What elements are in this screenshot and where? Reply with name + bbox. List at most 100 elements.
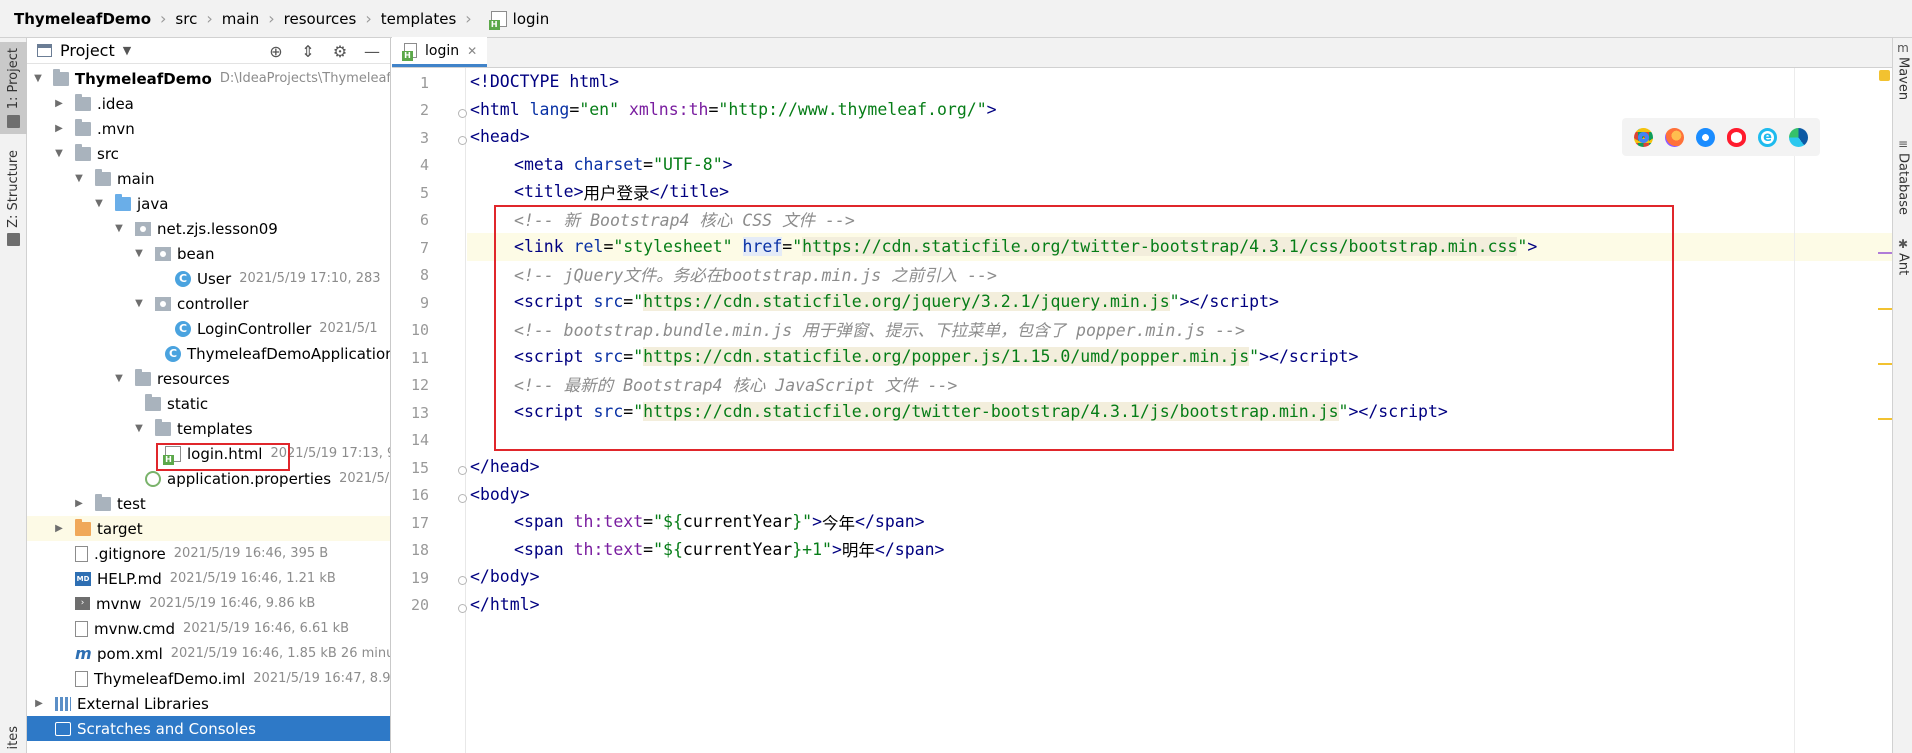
locate-icon[interactable]: ⊕ (266, 42, 286, 61)
tree-item-external-libraries[interactable]: ▶ External Libraries (27, 691, 390, 716)
code-editor[interactable]: <!DOCTYPE html > < html lang = "en" xmlns:th… (467, 68, 1892, 753)
gear-icon[interactable]: ⚙ (330, 42, 350, 61)
tree-item-target[interactable]: ▶ target (27, 516, 390, 541)
fold-icon[interactable] (458, 466, 467, 475)
tree-item-application-class[interactable]: C ThymeleafDemoApplication (27, 341, 390, 366)
breadcrumb-resources[interactable]: resources (284, 10, 357, 28)
tree-item-gitignore[interactable]: .gitignore 2021/5/19 16:46, 395 B (27, 541, 390, 566)
fold-icon[interactable] (458, 136, 467, 145)
tree-item-test[interactable]: ▶ test (27, 491, 390, 516)
edge-icon[interactable] (1789, 127, 1808, 147)
tree-item-package[interactable]: ▼ net.zjs.lesson09 (27, 216, 390, 241)
line-number: 4 (419, 156, 429, 174)
breadcrumb-login-label: login (512, 9, 550, 28)
tree-item-mvnw-cmd[interactable]: mvnw.cmd 2021/5/19 16:46, 6.61 kB (27, 616, 390, 641)
tree-item-idea[interactable]: ▶ .idea (27, 91, 390, 116)
opera-icon[interactable] (1727, 127, 1746, 147)
fold-icon[interactable] (458, 576, 467, 585)
tool-tab-database[interactable]: ≡ Database (1893, 138, 1912, 215)
tool-tab-project[interactable]: 1: Project (0, 42, 27, 134)
project-panel-title[interactable]: Project (60, 41, 115, 60)
tree-item-templates[interactable]: ▼ templates (27, 416, 390, 441)
fold-icon[interactable] (458, 109, 467, 118)
tool-tab-maven[interactable]: m Maven (1893, 42, 1912, 100)
chevron-right-icon[interactable]: ▶ (53, 98, 65, 109)
code-line-16: < body > (470, 484, 530, 504)
breadcrumb-main[interactable]: main (222, 10, 259, 28)
scroll-marker[interactable] (1878, 363, 1892, 365)
chevron-down-icon[interactable]: ▼ (133, 248, 145, 259)
breadcrumb-login[interactable]: login (481, 9, 550, 30)
internet-explorer-icon[interactable]: e (1758, 127, 1777, 147)
chevron-down-icon[interactable]: ▼ (53, 148, 65, 159)
chevron-right-icon[interactable]: ▶ (53, 523, 65, 534)
maven-icon: m (1897, 41, 1909, 55)
tree-item-java[interactable]: ▼ java (27, 191, 390, 216)
firefox-icon[interactable] (1665, 127, 1684, 147)
chevron-right-icon[interactable]: ▶ (73, 498, 85, 509)
chevron-down-icon[interactable]: ▼ (133, 298, 145, 309)
breadcrumb-project[interactable]: ThymeleafDemo (14, 10, 151, 28)
tree-item-label: .gitignore (94, 544, 166, 563)
chevron-down-icon[interactable]: ▼ (133, 423, 145, 434)
scroll-marker[interactable] (1878, 308, 1892, 310)
tool-tab-favorites[interactable]: ites (0, 723, 27, 753)
tree-item-main[interactable]: ▼ main (27, 166, 390, 191)
package-icon (155, 246, 171, 261)
code-line-9: < script src = " https://cdn.staticfile.org/… (514, 292, 1279, 312)
line-number: 13 (410, 404, 429, 422)
database-icon: ≡ (1897, 137, 1909, 151)
error-stripe[interactable] (1878, 68, 1892, 753)
scroll-marker[interactable] (1878, 252, 1892, 254)
chevron-down-icon[interactable]: ▼ (113, 373, 125, 384)
tree-item-label: src (97, 144, 119, 163)
hide-icon[interactable]: — (362, 42, 382, 61)
chevron-down-icon[interactable]: ▼ (33, 73, 43, 84)
scroll-marker[interactable] (1878, 418, 1892, 420)
chevron-down-icon[interactable]: ▼ (113, 223, 125, 234)
tree-item-static[interactable]: static (27, 391, 390, 416)
tree-item-pom-xml[interactable]: m pom.xml 2021/5/19 16:46, 1.85 kB 26 mi… (27, 641, 390, 666)
tree-item-mvn[interactable]: ▶ .mvn (27, 116, 390, 141)
tree-item-thymeleafdemo[interactable]: ▼ ThymeleafDemo D:\IdeaProjects\Thymelea… (27, 66, 390, 91)
tree-item-bean[interactable]: ▼ bean (27, 241, 390, 266)
fold-icon[interactable] (458, 494, 467, 503)
tree-item-label: User (197, 269, 232, 288)
fold-icon[interactable] (458, 604, 467, 613)
tree-item-logincontroller[interactable]: C LoginController 2021/5/1 (27, 316, 390, 341)
tree-item-src[interactable]: ▼ src (27, 141, 390, 166)
tree-item-mvnw[interactable]: › mvnw 2021/5/19 16:46, 9.86 kB (27, 591, 390, 616)
text-file-icon (75, 620, 88, 637)
chevron-right-icon[interactable]: ▶ (33, 698, 45, 709)
safari-icon[interactable] (1696, 127, 1715, 147)
collapse-all-icon[interactable]: ⇕ (298, 42, 318, 61)
structure-icon (7, 232, 20, 246)
chevron-right-icon: › (206, 9, 213, 28)
tree-item-help-md[interactable]: MD HELP.md 2021/5/19 16:46, 1.21 kB (27, 566, 390, 591)
chevron-down-icon[interactable]: ▼ (93, 198, 105, 209)
tree-item-login-html[interactable]: login.html 2021/5/19 17:13, 9 (27, 441, 390, 466)
tree-item-resources[interactable]: ▼ resources (27, 366, 390, 391)
tree-item-iml[interactable]: ThymeleafDemo.iml 2021/5/19 16:47, 8.92 (27, 666, 390, 691)
tree-item-scratches[interactable]: Scratches and Consoles (27, 716, 390, 741)
line-number: 15 (410, 459, 429, 477)
chevron-down-icon[interactable]: ▼ (73, 173, 85, 184)
line-number: 12 (410, 376, 429, 394)
chrome-icon[interactable] (1634, 127, 1653, 147)
tool-tab-structure[interactable]: Z: Structure (0, 148, 27, 248)
tree-item-user[interactable]: C User 2021/5/19 17:10, 283 (27, 266, 390, 291)
chevron-down-icon[interactable]: ▼ (123, 44, 131, 57)
breadcrumb-templates[interactable]: templates (381, 10, 457, 28)
editor-tab-login[interactable]: login ✕ (392, 37, 488, 67)
tree-item-application-properties[interactable]: application.properties 2021/5/1 (27, 466, 390, 491)
tool-tab-ant[interactable]: ✱ Ant (1893, 238, 1912, 275)
chevron-right-icon[interactable]: ▶ (53, 123, 65, 134)
chevron-right-icon: › (465, 9, 472, 28)
tree-item-controller[interactable]: ▼ controller (27, 291, 390, 316)
project-tree: ▼ ThymeleafDemo D:\IdeaProjects\Thymelea… (27, 66, 390, 741)
code-line-20: </html > (470, 594, 540, 614)
tree-item-label: mvnw.cmd (94, 619, 176, 638)
close-icon[interactable]: ✕ (467, 44, 477, 58)
window-icon (37, 44, 52, 57)
breadcrumb-src[interactable]: src (175, 10, 197, 28)
